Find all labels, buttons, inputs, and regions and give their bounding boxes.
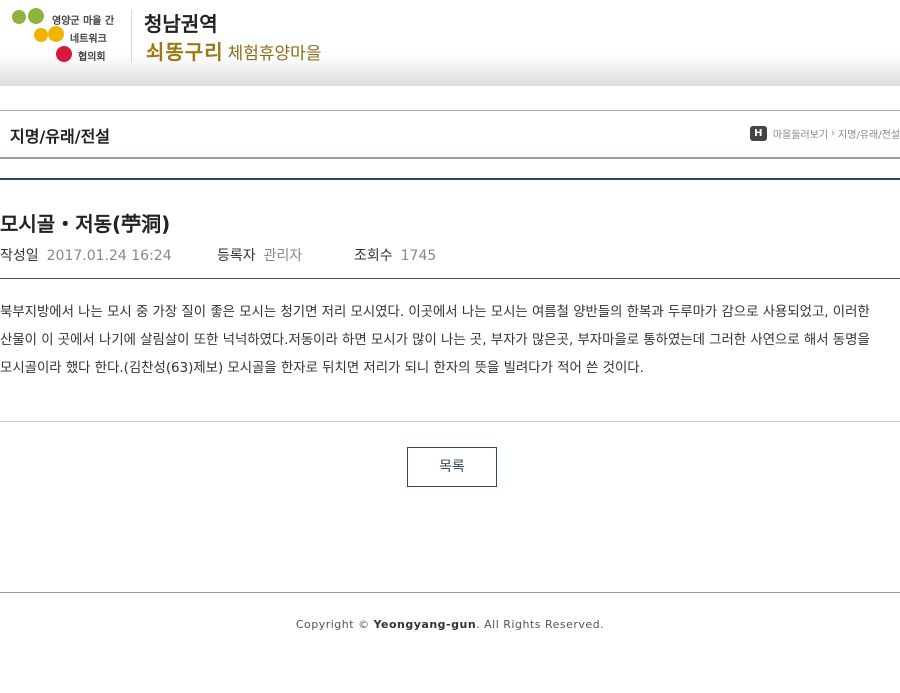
meta-views-label: 조회수 [354, 248, 393, 264]
meta-date-label: 작성일 [0, 248, 39, 264]
header-divider [131, 10, 132, 62]
meta-author-value: 관리자 [263, 248, 303, 264]
footer-copyright: Copyright © Yeongyang-gun. All Rights Re… [0, 618, 900, 631]
site-header: 영양군 마을 간 네트워크 협의회 청남권역 쇠똥구리 체험휴양마을 [0, 0, 900, 86]
footer-copyright-suffix: . All Rights Reserved. [476, 618, 605, 631]
breadcrumb-item-village-tour[interactable]: 마을둘러보기 [773, 126, 828, 141]
meta-views-value: 1745 [400, 248, 437, 264]
meta-divider [0, 278, 900, 279]
page-title: 지명/유래/전설 [10, 127, 111, 146]
logo-text-line3: 협의회 [78, 52, 106, 63]
footer-divider [0, 592, 900, 593]
meta-author-label: 등록자 [217, 248, 256, 264]
footer-copyright-prefix: Copyright © [295, 618, 370, 631]
meta-date: 작성일 2017.01.24 16:24 [0, 245, 172, 265]
body-divider [0, 421, 900, 422]
site-brand-sub: 체험휴양마을 [227, 44, 322, 64]
site-region-name[interactable]: 청남권역 [144, 8, 218, 37]
meta-date-value: 2017.01.24 16:24 [46, 248, 172, 264]
logo-dot-yellow-1 [34, 28, 48, 42]
content-top-divider [0, 178, 900, 180]
article-body: 북부지방에서 나는 모시 중 가장 질이 좋은 모시는 청기면 저리 모시였다.… [0, 305, 870, 376]
logo-dot-yellow-2 [48, 26, 64, 42]
logo-dot-green-1 [12, 10, 26, 24]
council-logo[interactable]: 영양군 마을 간 네트워크 협의회 [10, 8, 130, 64]
home-icon[interactable]: H [749, 126, 767, 141]
site-village-name[interactable]: 쇠똥구리 체험휴양마을 [146, 36, 321, 65]
logo-text-line1: 영양군 마을 간 [52, 16, 115, 27]
footer-brand: Yeongyang-gun [373, 618, 477, 631]
logo-dot-green-2 [28, 8, 44, 24]
breadcrumb: H 마을둘러보기 › 지명/유래/전설 [749, 126, 900, 141]
chevron-right-icon: › [831, 128, 836, 139]
logo-dot-red [56, 46, 72, 62]
logo-text-line2: 네트워크 [70, 34, 107, 45]
page-title-bar: 지명/유래/전설 H 마을둘러보기 › 지명/유래/전설 [0, 110, 900, 159]
site-brand: 쇠똥구리 [146, 40, 224, 64]
article-title: 모시골・저동(苧洞) [0, 212, 171, 236]
breadcrumb-item-current[interactable]: 지명/유래/전설 [838, 126, 900, 141]
meta-author: 등록자 관리자 [217, 245, 302, 265]
meta-views: 조회수 1745 [354, 245, 436, 265]
list-button[interactable]: 목록 [407, 447, 497, 487]
